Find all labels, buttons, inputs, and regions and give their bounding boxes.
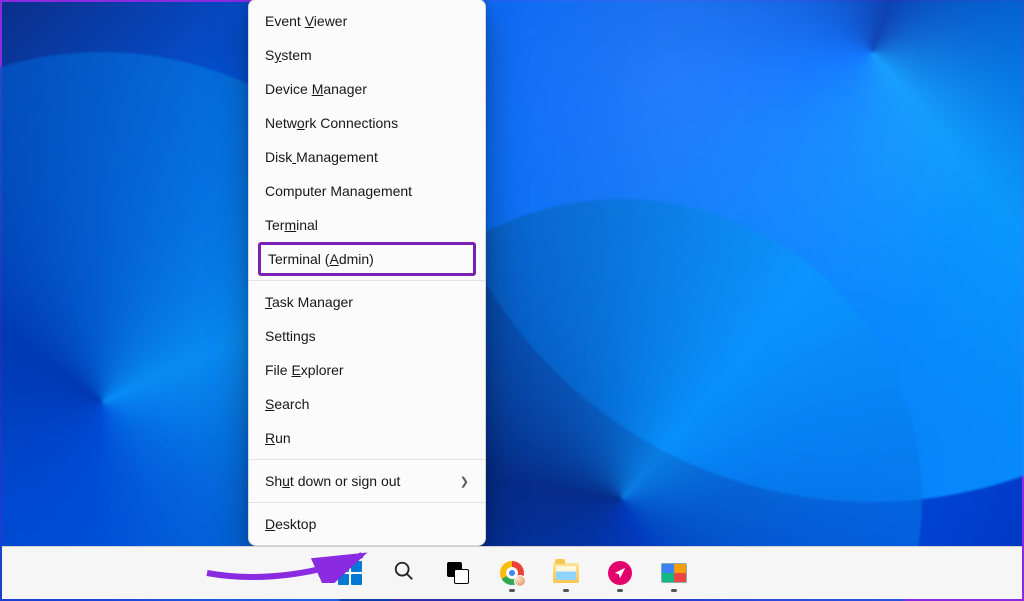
menu-item-label: Settings	[265, 328, 316, 344]
taskbar	[2, 546, 1022, 599]
menu-item-settings[interactable]: Settings	[249, 319, 485, 353]
menu-item-label: Terminal (Admin)	[268, 251, 374, 267]
round-icon	[608, 561, 632, 585]
start-button[interactable]	[330, 553, 370, 593]
menu-item-label: Computer Management	[265, 183, 412, 199]
menu-item-disk-management[interactable]: Disk Management	[249, 140, 485, 174]
menu-item-label: System	[265, 47, 312, 63]
menu-item-file-explorer[interactable]: File Explorer	[249, 353, 485, 387]
menu-item-label: Device Manager	[265, 81, 367, 97]
menu-item-label: Terminal	[265, 217, 318, 233]
start-icon	[338, 561, 362, 585]
menu-item-computer-management[interactable]: Computer Management	[249, 174, 485, 208]
menu-item-label: Event Viewer	[265, 13, 347, 29]
search-icon	[393, 560, 415, 587]
menu-item-task-manager[interactable]: Task Manager	[249, 285, 485, 319]
running-indicator	[563, 589, 569, 592]
control-panel-app[interactable]	[654, 553, 694, 593]
menu-item-terminal-admin[interactable]: Terminal (Admin)	[268, 251, 466, 267]
menu-separator	[249, 459, 485, 460]
winx-context-menu: Event Viewer System Device Manager Network …	[248, 0, 486, 546]
menu-separator	[249, 502, 485, 503]
search-button[interactable]	[384, 553, 424, 593]
file-explorer-app[interactable]	[546, 553, 586, 593]
menu-item-system[interactable]: System	[249, 38, 485, 72]
menu-item-label: Desktop	[265, 516, 316, 532]
desktop-wallpaper	[2, 2, 1022, 599]
menu-item-device-manager[interactable]: Device Manager	[249, 72, 485, 106]
menu-item-label: Search	[265, 396, 309, 412]
ctrl-icon	[661, 563, 687, 583]
task-icon	[447, 562, 469, 584]
menu-item-label: Task Manager	[265, 294, 353, 310]
annotation-highlight-box: Terminal (Admin)	[258, 242, 476, 276]
chrome-app[interactable]	[492, 553, 532, 593]
folder-icon	[553, 563, 579, 583]
chrome-icon	[500, 561, 524, 585]
menu-item-label: Disk Management	[265, 149, 378, 165]
menu-item-label: Shut down or sign out	[265, 473, 400, 489]
menu-item-label: Run	[265, 430, 291, 446]
menu-item-terminal[interactable]: Terminal	[249, 208, 485, 242]
chevron-right-icon: ❯	[460, 475, 469, 488]
menu-separator	[249, 280, 485, 281]
menu-item-network-connections[interactable]: Network Connections	[249, 106, 485, 140]
menu-item-event-viewer[interactable]: Event Viewer	[249, 4, 485, 38]
menu-item-label: File Explorer	[265, 362, 344, 378]
running-indicator	[509, 589, 515, 592]
round-app[interactable]	[600, 553, 640, 593]
menu-item-desktop[interactable]: Desktop	[249, 507, 485, 541]
menu-item-search[interactable]: Search	[249, 387, 485, 421]
menu-item-label: Network Connections	[265, 115, 398, 131]
menu-item-shut-down-or-sign-out[interactable]: Shut down or sign out ❯	[249, 464, 485, 498]
menu-item-run[interactable]: Run	[249, 421, 485, 455]
running-indicator	[671, 589, 677, 592]
running-indicator	[617, 589, 623, 592]
task-view-button[interactable]	[438, 553, 478, 593]
